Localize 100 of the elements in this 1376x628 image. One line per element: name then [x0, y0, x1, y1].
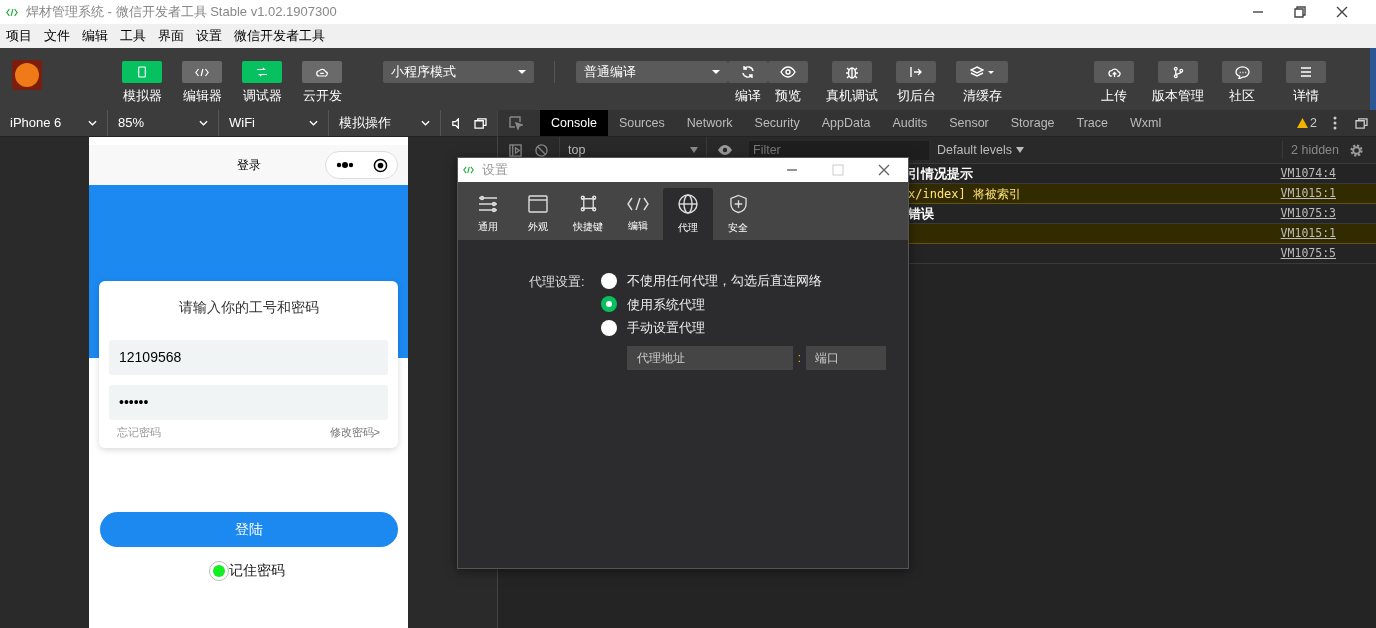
window-icon[interactable]: [474, 117, 487, 129]
chevron-down-icon: [421, 120, 430, 126]
layers-icon: [970, 66, 984, 78]
menu-icon: [1300, 67, 1312, 77]
user-avatar[interactable]: [12, 60, 42, 90]
clear-console-icon[interactable]: [535, 143, 548, 157]
warning-icon: [1297, 118, 1309, 128]
source-link[interactable]: VM1074:4: [1280, 164, 1336, 183]
caret-icon: [518, 70, 526, 74]
settings-tab[interactable]: 代理: [663, 188, 713, 240]
dock-icon[interactable]: [1355, 117, 1368, 129]
radio-button[interactable]: [600, 296, 617, 313]
chevron-down-icon: [199, 120, 208, 126]
button-label: 真机调试: [826, 88, 878, 105]
devtools-tab[interactable]: Wxml: [1119, 110, 1173, 136]
toolbar-button[interactable]: [1094, 61, 1134, 83]
settings-tab[interactable]: 安全: [713, 188, 763, 240]
sliders-icon: [478, 194, 498, 213]
exit-arrow-icon: [909, 66, 923, 78]
toolbar-button[interactable]: [832, 61, 872, 83]
login-button[interactable]: 登陆: [100, 512, 398, 547]
source-link[interactable]: VM1075:3: [1280, 204, 1336, 223]
filter-field[interactable]: Filter: [749, 140, 929, 160]
close-icon[interactable]: [878, 164, 890, 176]
menu-item[interactable]: 微信开发者工具: [234, 26, 325, 46]
branch-icon: [1172, 65, 1184, 79]
devtools-tab[interactable]: Audits: [881, 110, 939, 136]
console-message: x/index] 将被索引: [908, 185, 1022, 203]
radio-button[interactable]: [600, 319, 617, 336]
menu-item[interactable]: 编辑: [82, 26, 108, 46]
toolbar-button[interactable]: [956, 61, 1008, 83]
settings-tab[interactable]: 外观: [513, 188, 563, 240]
source-link[interactable]: VM1015:1: [1280, 184, 1336, 203]
button-label: 社区: [1229, 88, 1255, 105]
devtools-tab[interactable]: Storage: [999, 110, 1066, 136]
browser-window-icon: [528, 194, 548, 213]
phone-icon: [137, 66, 147, 78]
console-message: 引情况提示: [908, 164, 973, 183]
settings-icon[interactable]: [1349, 142, 1364, 158]
view-toggle-button[interactable]: [302, 61, 342, 83]
settings-tab[interactable]: 快捷键: [563, 188, 613, 240]
inspect-icon[interactable]: [509, 116, 523, 130]
code-icon: [195, 67, 209, 77]
more-options-icon[interactable]: [1333, 116, 1337, 130]
button-label: 上传: [1101, 88, 1127, 105]
menu-item[interactable]: 设置: [196, 26, 222, 46]
globe-icon: [678, 193, 698, 214]
settings-tab[interactable]: 编辑: [613, 188, 663, 240]
capsule-button[interactable]: [325, 151, 398, 179]
console-message: 错误: [908, 204, 934, 223]
command-key-icon: [578, 194, 598, 213]
card-title: 请输入你的工号和密码: [177, 298, 320, 317]
menu-item[interactable]: 工具: [120, 26, 146, 46]
devtools-tab[interactable]: Security: [743, 110, 811, 136]
button-label: 编辑器: [182, 88, 222, 105]
close-icon[interactable]: [1336, 6, 1348, 18]
chat-bubble-icon: [1234, 65, 1250, 79]
devtools-tab[interactable]: Sensor: [938, 110, 1000, 136]
compile-select[interactable]: 普通编译: [576, 61, 728, 83]
cloud-upload-icon: [1106, 66, 1122, 78]
toolbar-button[interactable]: [896, 61, 936, 83]
restore-icon[interactable]: [1294, 6, 1306, 18]
caret-icon: [1016, 147, 1025, 153]
devtools-tab[interactable]: Console: [540, 110, 608, 136]
view-toggle-button[interactable]: [122, 61, 162, 83]
remember-label: 记住密码: [229, 561, 285, 580]
source-link[interactable]: VM1015:1: [1280, 224, 1336, 243]
proxy-setting-label: 代理设置:: [529, 273, 585, 291]
levels-select[interactable]: Default levels: [937, 140, 1025, 160]
mode-select[interactable]: 小程序模式: [383, 61, 534, 83]
menu-item[interactable]: 文件: [44, 26, 70, 46]
toolbar-button[interactable]: [768, 61, 808, 83]
more-dots-icon: [335, 162, 354, 168]
simulator-select[interactable]: iPhone 6: [0, 110, 108, 136]
source-link[interactable]: VM1075:5: [1280, 244, 1336, 263]
speaker-icon[interactable]: [451, 117, 462, 129]
port-field[interactable]: 端口: [805, 345, 886, 370]
simulator-select[interactable]: 85%: [108, 110, 219, 136]
sidebar-toggle-icon[interactable]: [509, 143, 522, 157]
settings-tab[interactable]: 通用: [463, 188, 513, 240]
view-toggle-button[interactable]: [242, 61, 282, 83]
devtools-tab[interactable]: Network: [675, 110, 744, 136]
chevron-down-icon: [88, 120, 97, 126]
menu-item[interactable]: 界面: [158, 26, 184, 46]
account-field[interactable]: 12109568: [109, 340, 388, 375]
simulator-select[interactable]: WiFi: [219, 110, 329, 136]
toolbar-button[interactable]: [1286, 61, 1326, 83]
eye-icon[interactable]: [717, 144, 733, 156]
proxy-address-field[interactable]: 代理地址: [626, 345, 793, 370]
devtools-tab[interactable]: Sources: [607, 110, 676, 136]
toolbar-button[interactable]: [1158, 61, 1198, 83]
devtools-tab[interactable]: AppData: [810, 110, 882, 136]
toolbar-button[interactable]: [1222, 61, 1262, 83]
view-toggle-button[interactable]: [182, 61, 222, 83]
menu-item[interactable]: 项目: [6, 26, 32, 46]
simulator-select[interactable]: 模拟操作: [329, 110, 441, 136]
radio-button[interactable]: [600, 272, 617, 289]
devtools-tab[interactable]: Trace: [1065, 110, 1120, 136]
change-password-link[interactable]: 修改密码>: [329, 424, 380, 441]
password-field[interactable]: ••••••: [109, 385, 388, 420]
